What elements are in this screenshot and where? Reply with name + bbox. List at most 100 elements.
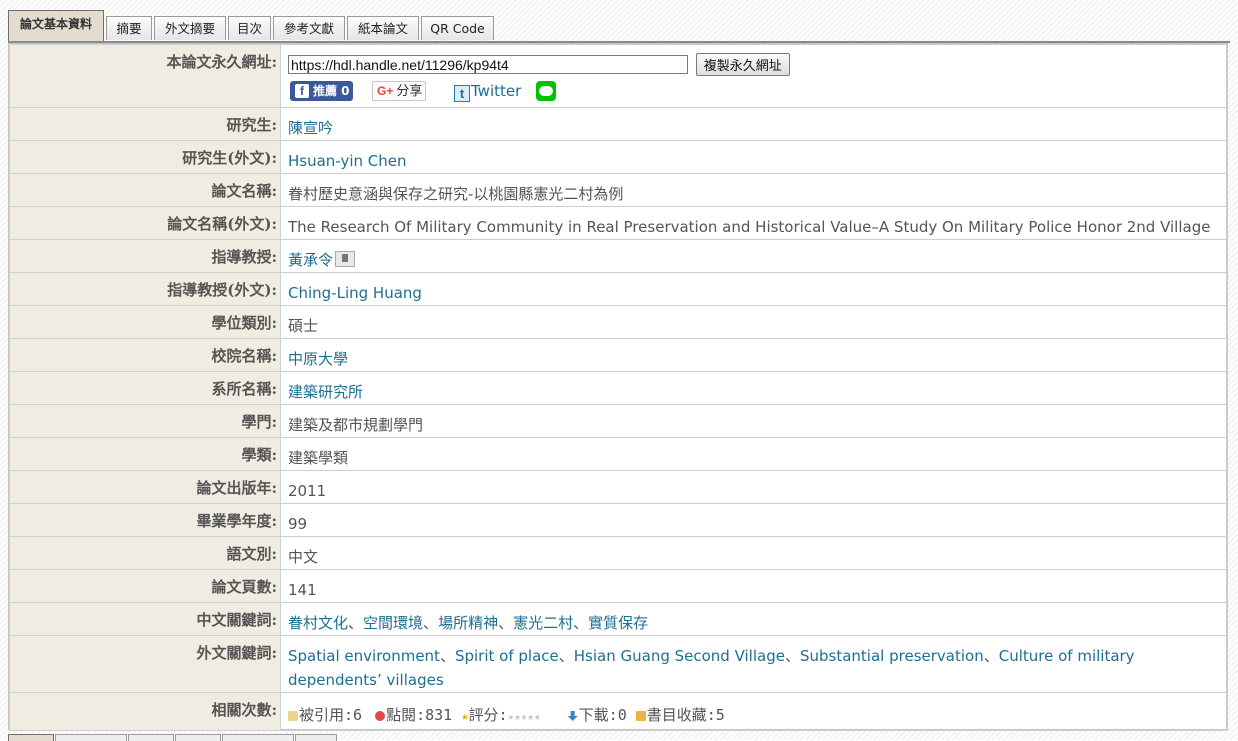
table-row: 論文名稱(外文): The Research Of Military Commu… [9, 206, 1227, 240]
tab-contents[interactable]: 目次 [228, 16, 271, 40]
row-value-degree: 碩士 [280, 305, 1227, 339]
school-link[interactable]: 中原大學 [288, 350, 348, 368]
bookmark-icon [635, 711, 646, 721]
row-label-degree: 學位類別: [9, 305, 281, 339]
tab-basic-info[interactable]: 論文基本資料 [8, 10, 104, 41]
facebook-icon: f [295, 84, 309, 98]
rating-stars[interactable]: ★★★★★ [508, 710, 541, 723]
advisor-en-link[interactable]: Ching-Ling Huang [288, 284, 422, 302]
table-row: 研究生: 陳宣吟 [9, 107, 1227, 141]
copy-permalink-button[interactable]: 複製永久網址 [695, 53, 790, 76]
row-value-school: 中原大學 [280, 338, 1227, 372]
keyword-link[interactable]: Substantial preservation [800, 647, 984, 665]
bottom-tab-bar [8, 734, 338, 741]
tab-bar: 論文基本資料 摘要 外文摘要 目次 參考文獻 紙本論文 QR Code [8, 10, 1230, 43]
google-plus-icon: G+ [377, 84, 394, 98]
stats-label: 相關次數: [9, 692, 281, 731]
bookmarks-count: 書目收藏:5 [646, 706, 725, 724]
student-en-link[interactable]: Hsuan-yin Chen [288, 152, 406, 170]
department-link[interactable]: 建築研究所 [288, 383, 363, 401]
keywords-en-row: 外文關鍵詞: Spatial environment、Spirit of pla… [9, 635, 1227, 693]
row-label-title: 論文名稱: [9, 173, 281, 207]
row-label-discipline: 學門: [9, 404, 281, 438]
table-row: 論文名稱: 眷村歷史意涵與保存之研究-以桃園縣憲光二村為例 [9, 173, 1227, 207]
table-row: 系所名稱: 建築研究所 [9, 371, 1227, 405]
downloads-count: 下載:0 [578, 706, 627, 724]
row-label-language: 語文別: [9, 536, 281, 570]
row-label-pub-year: 論文出版年: [9, 470, 281, 504]
table-row: 畢業學年度: 99 [9, 503, 1227, 537]
row-label-advisor: 指導教授: [9, 239, 281, 273]
row-value-pub-year: 2011 [280, 470, 1227, 504]
download-icon [567, 711, 578, 721]
views-count: 點閱:831 [386, 706, 453, 724]
keyword-link[interactable]: Spirit of place [455, 647, 559, 665]
facebook-like-label: 推薦 0 [313, 84, 350, 98]
tab-qr-code[interactable]: QR Code [421, 16, 494, 40]
permalink-input[interactable] [288, 55, 688, 74]
row-label-department: 系所名稱: [9, 371, 281, 405]
keyword-link[interactable]: 場所精神 [438, 614, 498, 632]
table-row: 指導教授: 黃承令 [9, 239, 1227, 273]
rating-label: 評分: [468, 706, 508, 724]
row-value-discipline: 建築及都市規劃學門 [280, 404, 1227, 438]
table-row: 指導教授(外文): Ching-Ling Huang [9, 272, 1227, 306]
row-value-category: 建築學類 [280, 437, 1227, 471]
row-value-department: 建築研究所 [280, 371, 1227, 405]
keywords-zh-row: 中文關鍵詞: 眷村文化、空間環境、場所精神、憲光二村、實質保存 [9, 602, 1227, 636]
keyword-link[interactable]: Hsian Guang Second Village [574, 647, 785, 665]
keyword-link[interactable]: Spatial environment [288, 647, 440, 665]
row-value-student: 陳宣吟 [280, 107, 1227, 141]
row-label-student-en: 研究生(外文): [9, 140, 281, 174]
tab-print-thesis[interactable]: 紙本論文 [347, 16, 419, 40]
views-icon [375, 711, 386, 721]
row-label-student: 研究生: [9, 107, 281, 141]
google-share-label: 分享 [396, 84, 423, 99]
student-link[interactable]: 陳宣吟 [288, 119, 333, 137]
facebook-like-button[interactable]: f 推薦 0 [290, 81, 353, 101]
row-label-category: 學類: [9, 437, 281, 471]
permalink-cell: 複製永久網址 f 推薦 0 G+分享 tTwitter [280, 44, 1227, 108]
permalink-row: 本論文永久網址: 複製永久網址 f 推薦 0 G+分享 tTwitter [9, 44, 1227, 108]
table-row: 學門: 建築及都市規劃學門 [9, 404, 1227, 438]
keyword-link[interactable]: 憲光二村 [513, 614, 573, 632]
twitter-icon: t [454, 85, 470, 102]
row-value-student-en: Hsuan-yin Chen [280, 140, 1227, 174]
keywords-en-value: Spatial environment、Spirit of place、Hsia… [280, 635, 1227, 693]
row-value-language: 中文 [280, 536, 1227, 570]
metadata-panel: 本論文永久網址: 複製永久網址 f 推薦 0 G+分享 tTwitter 研究生:… [8, 43, 1228, 731]
table-row: 學類: 建築學類 [9, 437, 1227, 471]
keyword-link[interactable]: 實質保存 [588, 614, 648, 632]
keywords-zh-value: 眷村文化、空間環境、場所精神、憲光二村、實質保存 [280, 602, 1227, 636]
table-row: 研究生(外文): Hsuan-yin Chen [9, 140, 1227, 174]
table-row: 論文頁數: 141 [9, 569, 1227, 603]
advisor-link[interactable]: 黃承令 [288, 251, 333, 269]
tab-abstract[interactable]: 摘要 [106, 16, 152, 40]
stats-value: 被引用:6 點閱:831 ★評分:★★★★★ 下載:0 書目收藏:5 [280, 692, 1227, 731]
row-value-advisor-en: Ching-Ling Huang [280, 272, 1227, 306]
row-label-advisor-en: 指導教授(外文): [9, 272, 281, 306]
share-row: f 推薦 0 G+ 分享 t Twitter [288, 80, 1226, 104]
tab-references[interactable]: 參考文獻 [273, 16, 345, 40]
keyword-link[interactable]: 空間環境 [363, 614, 423, 632]
tab-foreign-abstract[interactable]: 外文摘要 [154, 16, 226, 40]
row-value-pages: 141 [280, 569, 1227, 603]
stats-row: 相關次數: 被引用:6 點閱:831 ★評分:★★★★★ 下載:0 書目收藏:5 [9, 692, 1227, 731]
row-label-title-en: 論文名稱(外文): [9, 206, 281, 240]
google-share-button[interactable]: G+ 分享 [372, 81, 426, 101]
twitter-link[interactable]: Twitter [471, 82, 521, 100]
keyword-link[interactable]: 眷村文化 [288, 614, 348, 632]
row-label-pages: 論文頁數: [9, 569, 281, 603]
table-row: 論文出版年: 2011 [9, 470, 1227, 504]
row-label-grad-year: 畢業學年度: [9, 503, 281, 537]
line-share-button[interactable] [536, 81, 556, 101]
cited-count: 被引用:6 [299, 706, 363, 724]
library-icon[interactable] [335, 251, 356, 267]
row-value-title: 眷村歷史意涵與保存之研究-以桃園縣憲光二村為例 [280, 173, 1227, 207]
table-row: 校院名稱: 中原大學 [9, 338, 1227, 372]
row-value-grad-year: 99 [280, 503, 1227, 537]
twitter-share-button[interactable]: t Twitter [454, 80, 521, 102]
table-row: 學位類別: 碩士 [9, 305, 1227, 339]
line-icon [539, 86, 553, 96]
row-label-school: 校院名稱: [9, 338, 281, 372]
